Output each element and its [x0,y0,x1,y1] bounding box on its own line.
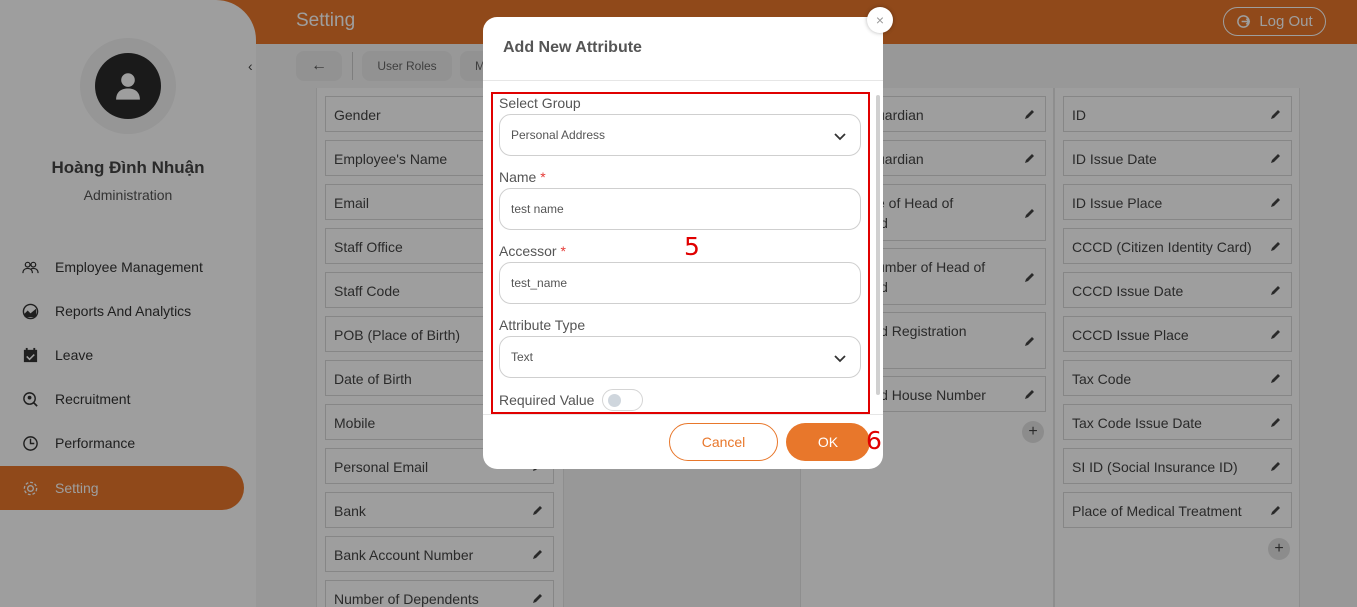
select-group-dropdown[interactable]: Personal Address [499,114,861,156]
name-input-value: test name [511,202,564,216]
accessor-label-text: Accessor [499,243,557,259]
attribute-type-value: Text [511,350,534,364]
modal-footer-divider [483,414,883,415]
required-mark: * [560,243,566,259]
accessor-input-value: test_name [511,276,568,290]
cancel-button[interactable]: Cancel [669,423,778,461]
close-glyph: × [875,12,885,28]
required-value-toggle[interactable] [602,389,643,411]
annotation-number-6: 6 [866,426,882,455]
name-label-text: Name [499,169,537,185]
ok-button[interactable]: OK [786,423,870,461]
select-group-label: Select Group [499,95,581,111]
name-input[interactable]: test name [499,188,861,230]
add-attribute-modal: Add New Attribute Select Group Personal … [483,17,883,469]
name-label: Name * [499,169,546,185]
accessor-label: Accessor * [499,243,566,259]
close-icon[interactable]: × [867,7,893,33]
attribute-type-label: Attribute Type [499,317,586,333]
annotation-number-5: 5 [684,232,700,261]
chevron-down-icon [834,355,846,363]
required-value-label: Required Value [499,392,595,408]
modal-scrollbar[interactable] [876,95,880,395]
select-group-value: Personal Address [511,128,606,142]
accessor-input[interactable]: test_name [499,262,861,304]
attribute-type-dropdown[interactable]: Text [499,336,861,378]
toggle-knob [608,394,621,407]
required-mark: * [540,169,546,185]
modal-header-divider [483,80,883,81]
modal-title: Add New Attribute [503,39,642,56]
chevron-down-icon [834,133,846,141]
